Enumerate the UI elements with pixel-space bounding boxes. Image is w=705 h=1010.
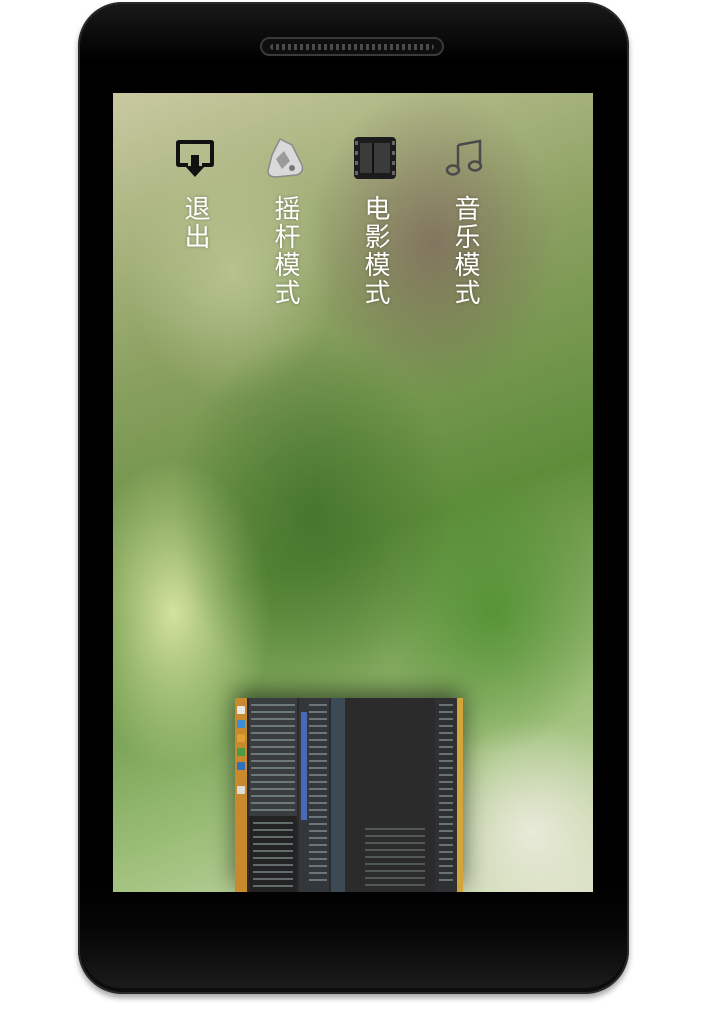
menu-item-music[interactable]: 音乐模式 [435,135,495,307]
speaker-grille [260,37,444,56]
exit-icon [176,140,214,177]
screen: 退出 摇杆模式 电影模式 音乐模式 [113,93,593,892]
music-note-icon [445,139,483,176]
menu-item-label: 摇杆模式 [270,195,300,307]
menu-item-joystick[interactable]: 摇杆模式 [255,135,315,307]
recent-app-thumbnail[interactable] [235,698,463,892]
menu-item-label: 退出 [180,195,210,251]
menu-item-exit[interactable]: 退出 [165,135,225,251]
phone-chin [80,924,627,988]
menu-item-label: 音乐模式 [450,195,480,307]
joystick-icon [267,137,304,178]
menu-item-movie[interactable]: 电影模式 [345,135,405,307]
film-icon [354,137,396,179]
menu-item-label: 电影模式 [360,195,390,307]
